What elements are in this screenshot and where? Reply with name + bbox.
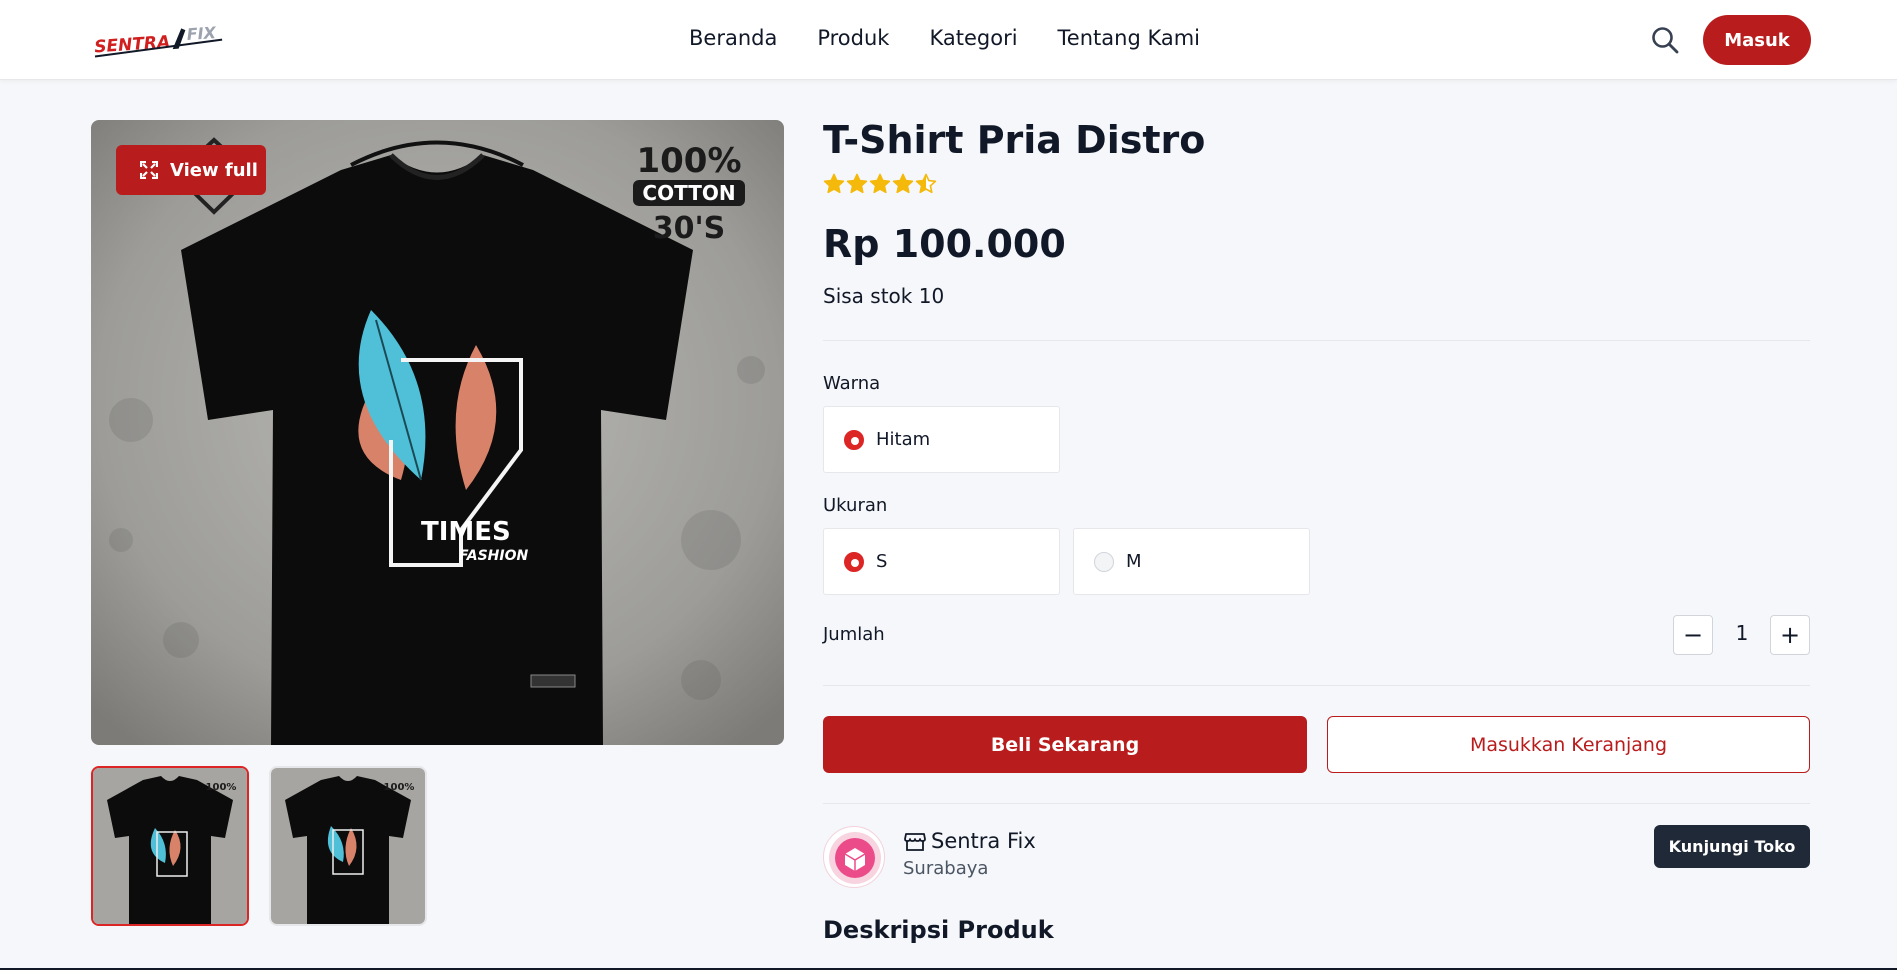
color-option-label: Hitam [876,429,931,450]
star-rating-icon [823,173,937,194]
divider [823,685,1810,686]
radio-unselected-icon [1094,551,1114,572]
star-icon [823,173,845,194]
star-icon [846,173,868,194]
size-option-label: S [876,551,888,572]
login-button[interactable]: Masuk [1703,15,1811,65]
star-icon [915,173,937,194]
quantity-label: Jumlah [823,624,885,645]
size-option-s[interactable]: S [823,528,1060,595]
site-header: SENTRA FIX Beranda Produk Kategori Tenta… [0,0,1897,80]
shop-city: Surabaya [903,858,989,879]
svg-text:COTTON: COTTON [642,181,735,205]
divider [823,803,1810,804]
radio-selected-icon [844,551,864,572]
buy-now-button[interactable]: Beli Sekarang [823,716,1307,773]
radio-selected-icon [844,429,864,450]
quantity-increase-button[interactable]: + [1770,615,1810,655]
nav-tentang-kami[interactable]: Tentang Kami [1058,26,1200,50]
thumbnail-2[interactable]: 100% [269,766,427,926]
svg-text:TIMES: TIMES [421,517,511,547]
color-label: Warna [823,373,881,394]
product-title: T-Shirt Pria Distro [823,118,1206,162]
nav-beranda[interactable]: Beranda [689,26,777,50]
search-icon[interactable] [1650,25,1680,55]
color-option-hitam[interactable]: Hitam [823,406,1060,473]
add-to-cart-button[interactable]: Masukkan Keranjang [1327,716,1810,773]
svg-text:100%: 100% [206,782,237,793]
rating-stars [823,172,938,196]
quantity-decrease-button[interactable]: − [1673,615,1713,655]
sentra-fix-logo[interactable]: SENTRA FIX [92,22,227,58]
star-icon [892,173,914,194]
size-option-label: M [1126,551,1142,572]
product-main-image[interactable]: 100% TIMES FASHION 100% COTTON 30'S [91,120,784,745]
visit-store-button[interactable]: Kunjungi Toko [1654,825,1810,868]
svg-text:30'S: 30'S [653,211,726,246]
description-heading: Deskripsi Produk [823,916,1054,944]
product-price: Rp 100.000 [823,222,1066,266]
star-icon [869,173,891,194]
shop-avatar[interactable] [823,826,885,888]
shop-name[interactable]: Sentra Fix [931,829,1036,853]
svg-text:100%: 100% [636,141,741,181]
svg-text:FASHION: FASHION [459,548,529,564]
thumbnail-1[interactable]: 100% [91,766,249,926]
expand-icon [140,161,158,179]
svg-text:SENTRA: SENTRA [94,32,171,57]
nav-produk[interactable]: Produk [817,26,889,50]
size-label: Ukuran [823,495,888,516]
store-icon [904,833,926,851]
size-option-m[interactable]: M [1073,528,1310,595]
view-full-label: View full [170,159,258,181]
nav-kategori[interactable]: Kategori [929,26,1017,50]
svg-text:100%: 100% [384,782,415,793]
view-full-button[interactable]: View full [116,145,266,195]
divider [823,340,1810,341]
quantity-value: 1 [1735,621,1749,645]
main-nav: Beranda Produk Kategori Tentang Kami [689,26,1200,50]
stock-remaining: Sisa stok 10 [823,284,945,308]
